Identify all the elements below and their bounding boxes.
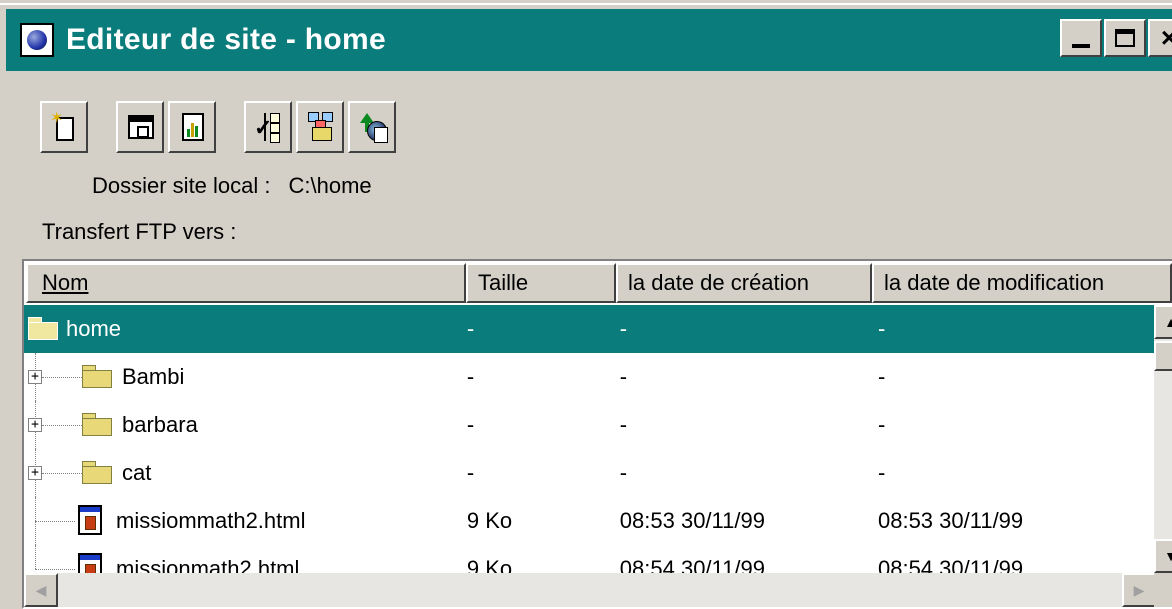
site-structure-button[interactable] (296, 101, 344, 153)
minimize-button[interactable] (1060, 19, 1102, 57)
folder-icon (82, 413, 112, 436)
file-list[interactable]: Nom Taille la date de création la date d… (22, 259, 1172, 609)
ftp-upload-button[interactable] (348, 101, 396, 153)
local-folder-value: C:\home (288, 173, 372, 198)
item-name: home (66, 316, 122, 341)
folder-icon (82, 365, 112, 388)
item-modified: - (877, 460, 886, 485)
arrow-down-icon: ▼ (1164, 548, 1172, 564)
expand-plus-icon[interactable]: + (28, 370, 42, 384)
item-modified: - (877, 364, 886, 389)
scroll-left-button[interactable]: ◀ (24, 573, 58, 607)
window-icon (126, 111, 154, 143)
item-name: Bambi (122, 364, 185, 389)
item-size: - (466, 460, 475, 485)
item-name: barbara (122, 412, 198, 437)
item-created: - (619, 316, 628, 341)
list-item[interactable]: + cat - - - (24, 449, 1156, 497)
arrow-right-icon: ▶ (1133, 581, 1145, 598)
list-item[interactable]: + barbara - - - (24, 401, 1156, 449)
list-rows: home - - - + Bambi - - - + barbara - - -… (24, 305, 1156, 593)
window-title: Editeur de site - home (66, 23, 386, 56)
new-page-button[interactable]: ✶ (40, 101, 88, 153)
scroll-right-button[interactable]: ▶ (1122, 573, 1156, 607)
statistics-button[interactable] (168, 101, 216, 153)
item-created: - (619, 412, 628, 437)
folder-open-icon (28, 317, 58, 340)
item-created: 08:53 30/11/99 (619, 508, 765, 533)
item-modified: 08:53 30/11/99 (877, 508, 1024, 533)
local-folder-info: Dossier site local : C:\home (92, 173, 372, 199)
scroll-up-button[interactable]: ▲ (1154, 305, 1172, 339)
item-name: cat (122, 460, 152, 485)
ftp-transfer-label: Transfert FTP vers : (42, 219, 237, 244)
site-editor-window: Editeur de site - home × ✶ ✓ Dossier sit… (0, 0, 1172, 609)
list-item[interactable]: + Bambi - - - (24, 353, 1156, 401)
item-size: 9 Ko (466, 508, 513, 533)
app-icon[interactable] (20, 23, 54, 57)
list-item[interactable]: home - - - (24, 305, 1156, 353)
folder-icon (82, 461, 112, 484)
column-header-modified[interactable]: la date de modification (872, 263, 1172, 303)
resize-grip[interactable] (1154, 573, 1172, 607)
item-size: - (466, 316, 475, 341)
scroll-thumb[interactable] (1154, 341, 1172, 371)
title-bar[interactable]: Editeur de site - home × (6, 9, 1172, 71)
item-size: - (466, 364, 475, 389)
maximize-icon (1115, 29, 1135, 47)
site-structure-icon (306, 111, 334, 143)
column-header-name[interactable]: Nom (26, 263, 466, 303)
item-modified: - (877, 412, 886, 437)
scroll-down-button[interactable]: ▼ (1154, 539, 1172, 573)
minimize-icon (1072, 44, 1090, 48)
toolbar: ✶ ✓ (40, 98, 396, 156)
item-created: - (619, 460, 628, 485)
column-headers: Nom Taille la date de création la date d… (26, 263, 1172, 303)
item-size: - (466, 412, 475, 437)
arrow-left-icon: ◀ (35, 581, 47, 598)
chart-page-icon (178, 111, 206, 143)
maximize-button[interactable] (1104, 19, 1146, 57)
column-header-size[interactable]: Taille (466, 263, 616, 303)
vertical-scrollbar[interactable]: ▲ ▼ (1154, 305, 1172, 573)
upload-globe-icon (358, 111, 388, 143)
new-page-icon: ✶ (50, 111, 78, 143)
item-modified: - (877, 316, 886, 341)
check-tree-icon: ✓ (254, 111, 282, 143)
item-name: missiommath2.html (116, 508, 306, 533)
expand-plus-icon[interactable]: + (28, 466, 42, 480)
close-button[interactable]: × (1148, 19, 1172, 57)
check-links-button[interactable]: ✓ (244, 101, 292, 153)
expand-plus-icon[interactable]: + (28, 418, 42, 432)
horizontal-scrollbar[interactable]: ◀ ▶ (24, 573, 1156, 607)
list-item[interactable]: missiommath2.html 9 Ko 08:53 30/11/99 08… (24, 497, 1156, 545)
window-view-button[interactable] (116, 101, 164, 153)
local-folder-label: Dossier site local : (92, 173, 271, 198)
column-header-created[interactable]: la date de création (616, 263, 872, 303)
window-controls: × (1058, 19, 1172, 57)
html-file-icon (78, 505, 102, 535)
arrow-up-icon: ▲ (1164, 314, 1172, 330)
close-icon: × (1160, 22, 1172, 53)
item-created: - (619, 364, 628, 389)
